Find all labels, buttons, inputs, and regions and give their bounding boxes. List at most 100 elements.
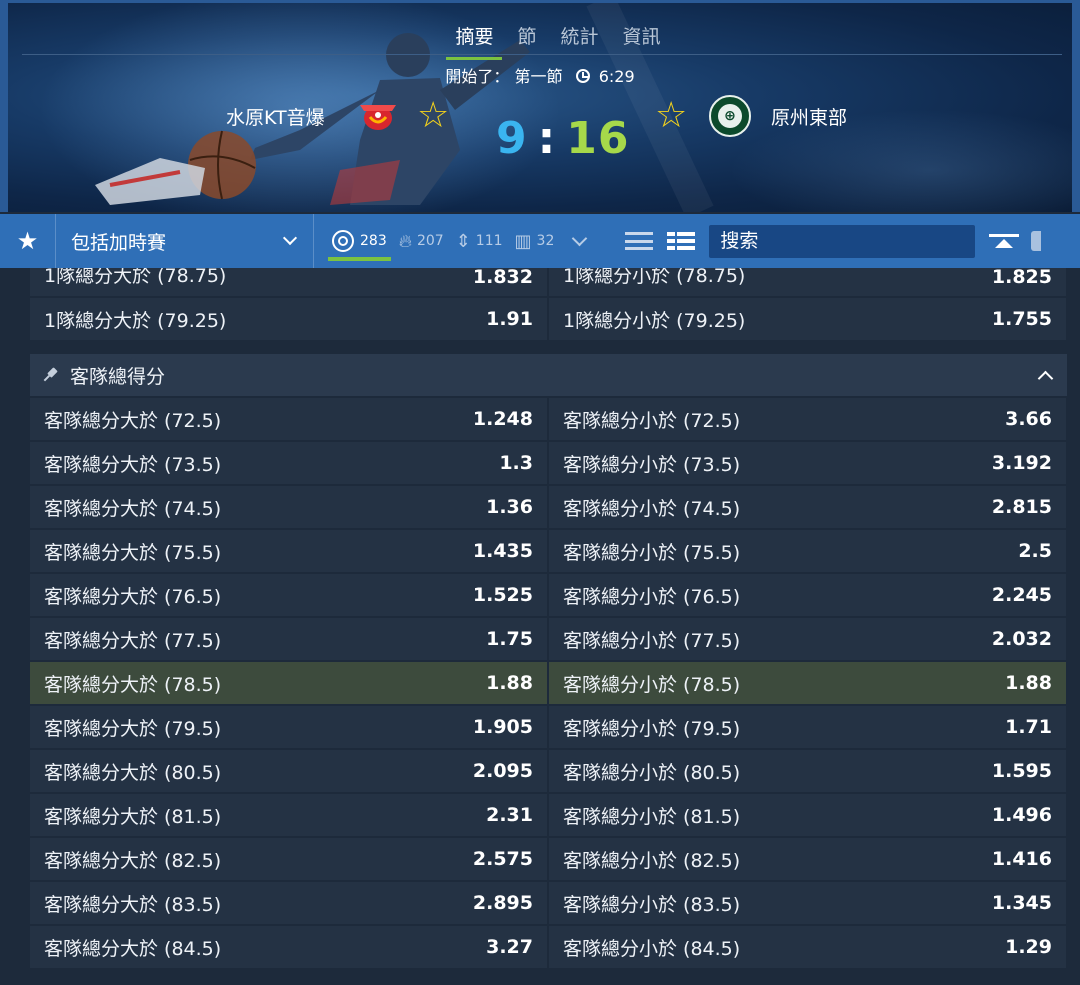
odds-label: 客隊總分大於 (77.5) [44,629,222,652]
odds-under-button[interactable]: 客隊總分小於 (77.5) 2.032 [549,618,1066,660]
two-column-view-icon[interactable] [667,232,696,250]
all-markets-count: 283 [360,233,387,249]
home-score: 9 [496,113,528,164]
odds-value: 1.248 [472,408,533,430]
overtime-filter-select[interactable]: 包括加時賽 [56,214,314,268]
odds-value: 1.832 [472,268,533,288]
odds-over-button[interactable]: 1隊總分大於 (78.75) 1.832 [30,268,547,296]
market-row: 客隊總分大於 (79.5) 1.905 客隊總分小於 (79.5) 1.71 [28,706,1068,750]
section-title: 客隊總得分 [70,365,166,388]
odds-under-button[interactable]: 客隊總分小於 (78.5) 1.88 [549,662,1066,704]
favorites-star-button[interactable]: ★ [0,214,56,268]
odds-label: 客隊總分小於 (73.5) [563,453,741,476]
odds-value: 2.895 [472,892,533,914]
market-row: 客隊總分大於 (74.5) 1.36 客隊總分小於 (74.5) 2.815 [28,486,1068,530]
odds-label: 客隊總分大於 (82.5) [44,849,222,872]
clock-icon [575,69,590,83]
odds-under-button[interactable]: 客隊總分小於 (82.5) 1.416 [549,838,1066,880]
odds-label: 客隊總分大於 (75.5) [44,541,222,564]
odds-value: 2.575 [472,848,533,870]
match-status: 開始了： 第一節 6:29 [0,63,1080,87]
odds-label: 客隊總分大於 (81.5) [44,805,222,828]
odds-label: 1隊總分大於 (79.25) [44,309,227,332]
odds-over-button[interactable]: 客隊總分大於 (79.5) 1.905 [30,706,547,748]
market-row: 客隊總分大於 (78.5) 1.88 客隊總分小於 (78.5) 1.88 [28,662,1068,706]
odds-under-button[interactable]: 客隊總分小於 (72.5) 3.66 [549,398,1066,440]
odds-under-button[interactable]: 客隊總分小於 (84.5) 1.29 [549,926,1066,968]
odds-over-button[interactable]: 客隊總分大於 (73.5) 1.3 [30,442,547,484]
scoreboard-header: 摘要 節 統計 資訊 開始了： 第一節 6:29 水原KT音爆 ☆ 9:16 ☆… [0,0,1080,212]
odds-value: 2.31 [486,804,533,826]
odds-under-button[interactable]: 客隊總分小於 (81.5) 1.496 [549,794,1066,836]
odds-value: 1.91 [486,308,533,330]
popular-markets-filter[interactable]: 🔥︎ 207 [393,214,450,268]
chevron-up-icon[interactable] [1037,370,1054,386]
odds-label: 客隊總分大於 (84.5) [44,937,222,960]
pin-icon[interactable] [39,364,62,387]
markets-list: 1隊總分大於 (78.75) 1.832 1隊總分小於 (78.75) 1.82… [28,268,1068,970]
odds-under-button[interactable]: 客隊總分小於 (79.5) 1.71 [549,706,1066,748]
search-input[interactable] [720,230,976,252]
odds-value: 1.345 [991,892,1052,914]
stats-markets-count: 32 [536,233,555,249]
odds-label: 客隊總分小於 (84.5) [563,937,741,960]
odds-over-button[interactable]: 客隊總分大於 (81.5) 2.31 [30,794,547,836]
favorite-home-star-icon[interactable]: ☆ [417,96,449,136]
odds-over-button[interactable]: 客隊總分大於 (78.5) 1.88 [30,662,547,704]
odds-value: 2.245 [991,584,1052,606]
odds-under-button[interactable]: 1隊總分小於 (78.75) 1.825 [549,268,1066,296]
odds-label: 客隊總分小於 (74.5) [563,497,741,520]
section-header-away-total[interactable]: 客隊總得分 [30,354,1067,396]
scoreline: 9:16 [496,113,629,164]
odds-under-button[interactable]: 客隊總分小於 (74.5) 2.815 [549,486,1066,528]
odds-over-button[interactable]: 客隊總分大於 (77.5) 1.75 [30,618,547,660]
odds-value: 1.29 [1005,936,1052,958]
home-team-name: 水原KT音爆 [226,107,325,129]
odds-over-button[interactable]: 客隊總分大於 (80.5) 2.095 [30,750,547,792]
odds-value: 1.416 [991,848,1052,870]
away-score: 16 [566,113,630,164]
odds-label: 客隊總分小於 (80.5) [563,761,741,784]
fire-icon: 🔥︎ [398,230,412,252]
odds-under-button[interactable]: 1隊總分小於 (79.25) 1.755 [549,298,1066,340]
odds-under-button[interactable]: 客隊總分小於 (80.5) 1.595 [549,750,1066,792]
odds-label: 客隊總分小於 (78.5) [563,673,741,696]
odds-value: 1.88 [1005,672,1052,694]
odds-over-button[interactable]: 1隊總分大於 (79.25) 1.91 [30,298,547,340]
odds-value: 1.3 [499,452,533,474]
odds-value: 1.88 [486,672,533,694]
search-box[interactable] [709,224,976,258]
market-count-filters: 283 🔥︎ 207 ⇕ 111 ▥ 32 [314,214,597,268]
odds-label: 客隊總分小於 (82.5) [563,849,741,872]
odds-over-button[interactable]: 客隊總分大於 (75.5) 1.435 [30,530,547,572]
collapse-all-icon[interactable] [987,226,1021,256]
odds-under-button[interactable]: 客隊總分小於 (76.5) 2.245 [549,574,1066,616]
pin-toolbar-icon[interactable] [1031,231,1042,251]
odds-label: 客隊總分大於 (83.5) [44,893,222,916]
market-row: 客隊總分大於 (84.5) 3.27 客隊總分小於 (84.5) 1.29 [28,926,1068,970]
over-under-filter[interactable]: ⇕ 111 [450,214,509,268]
odds-under-button[interactable]: 客隊總分小於 (83.5) 1.345 [549,882,1066,924]
favorite-away-star-icon[interactable]: ☆ [655,96,687,136]
odds-under-button[interactable]: 客隊總分小於 (75.5) 2.5 [549,530,1066,572]
list-view-icon[interactable] [625,230,654,252]
odds-value: 1.905 [472,716,533,738]
status-label: 開始了： [445,67,510,86]
market-row: 1隊總分大於 (78.75) 1.832 1隊總分小於 (78.75) 1.82… [28,268,1068,298]
hero-top-border [0,0,1080,3]
odds-over-button[interactable]: 客隊總分大於 (74.5) 1.36 [30,486,547,528]
more-filters-chevron-icon[interactable] [572,230,588,246]
odds-under-button[interactable]: 客隊總分小於 (73.5) 3.192 [549,442,1066,484]
overtime-filter-label: 包括加時賽 [71,231,167,254]
odds-over-button[interactable]: 客隊總分大於 (82.5) 2.575 [30,838,547,880]
all-markets-filter[interactable]: 283 [326,214,393,268]
tabs-divider [22,54,1062,55]
odds-value: 2.032 [991,628,1052,650]
odds-label: 1隊總分大於 (78.75) [44,268,227,287]
stats-markets-filter[interactable]: ▥ 32 [509,214,561,268]
odds-over-button[interactable]: 客隊總分大於 (76.5) 1.525 [30,574,547,616]
odds-over-button[interactable]: 客隊總分大於 (84.5) 3.27 [30,926,547,968]
updown-icon: ⇕ [455,230,471,252]
odds-over-button[interactable]: 客隊總分大於 (83.5) 2.895 [30,882,547,924]
odds-over-button[interactable]: 客隊總分大於 (72.5) 1.248 [30,398,547,440]
